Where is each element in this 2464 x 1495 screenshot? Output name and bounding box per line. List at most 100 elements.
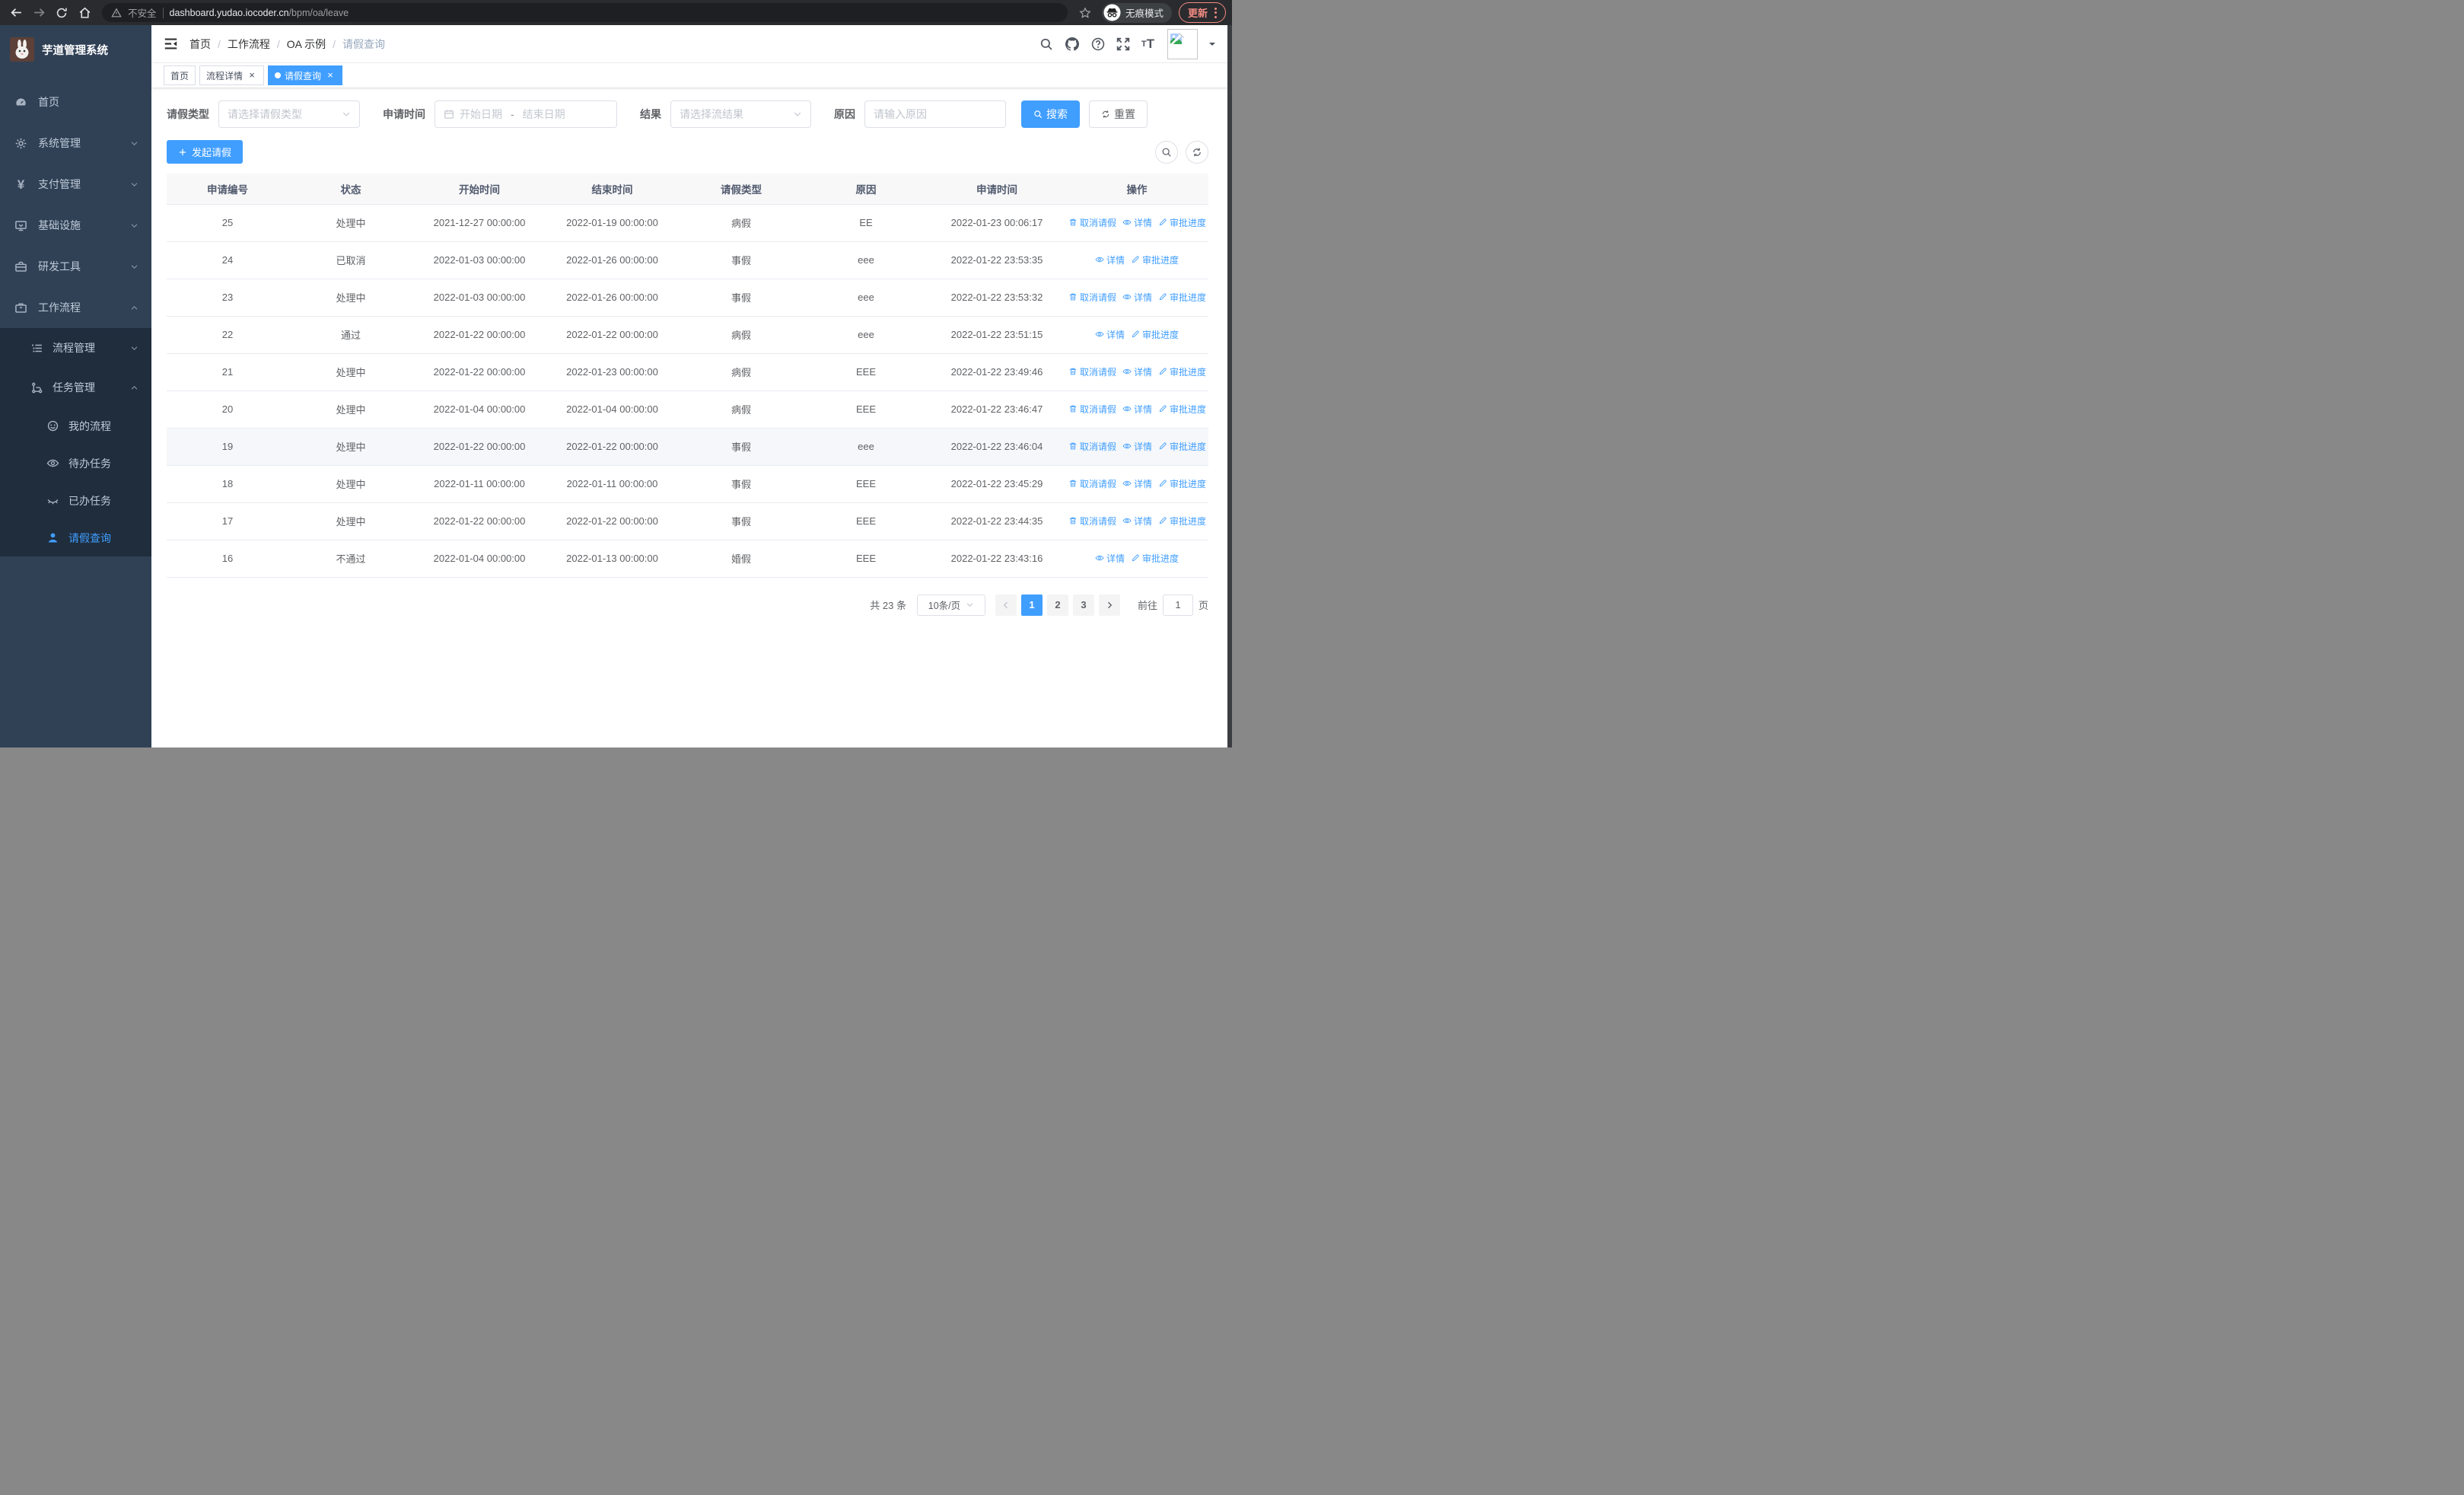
- breadcrumb-item[interactable]: OA 示例: [287, 37, 326, 52]
- sidebar-item-system[interactable]: 系统管理: [0, 123, 151, 164]
- result-select[interactable]: 请选择流结果: [670, 100, 811, 128]
- apply-time-range-picker[interactable]: 开始日期 - 结束日期: [435, 100, 617, 128]
- cancel-leave-link[interactable]: 取消请假: [1068, 440, 1116, 453]
- col-header: 申请编号: [167, 174, 288, 205]
- page-unit-label: 页: [1198, 600, 1208, 611]
- filter-bar: 请假类型 请选择请假类型 申请时间 开始日期 - 结束日期 结果 请选择流结果 …: [167, 100, 1208, 128]
- approval-progress-link[interactable]: 审批进度: [1131, 552, 1179, 565]
- refresh-table-button[interactable]: [1186, 140, 1208, 164]
- detail-link[interactable]: 详情: [1122, 291, 1152, 304]
- sidebar-item-leave-query[interactable]: 请假查询: [0, 519, 151, 556]
- tab-process-detail[interactable]: 流程详情 ×: [199, 65, 265, 85]
- detail-link[interactable]: 详情: [1122, 477, 1152, 490]
- cancel-leave-link[interactable]: 取消请假: [1068, 515, 1116, 528]
- leave-type-label: 请假类型: [167, 108, 209, 120]
- approval-progress-link[interactable]: 审批进度: [1131, 328, 1179, 341]
- cancel-leave-link[interactable]: 取消请假: [1068, 365, 1116, 378]
- sidebar-item-payment[interactable]: ¥ 支付管理: [0, 164, 151, 205]
- address-bar[interactable]: 不安全 dashboard.yudao.iocoder.cn/bpm/oa/le…: [102, 3, 1068, 22]
- detail-link[interactable]: 详情: [1122, 403, 1152, 416]
- search-button[interactable]: 搜索: [1021, 100, 1080, 128]
- reset-button[interactable]: 重置: [1089, 100, 1148, 128]
- create-leave-button[interactable]: 发起请假: [167, 140, 244, 164]
- browser-menu-icon[interactable]: [1214, 7, 1217, 18]
- eye-icon: [1122, 406, 1132, 412]
- detail-link[interactable]: 详情: [1122, 365, 1152, 378]
- reason-input[interactable]: [874, 108, 997, 120]
- forward-icon[interactable]: [29, 3, 49, 23]
- tab-home[interactable]: 首页: [164, 65, 196, 85]
- detail-link[interactable]: 详情: [1095, 253, 1125, 266]
- sidebar-item-todo-tasks[interactable]: 待办任务: [0, 445, 151, 482]
- bookmark-star-icon[interactable]: [1075, 3, 1095, 23]
- chevron-down-icon: [131, 346, 138, 350]
- approval-progress-link[interactable]: 审批进度: [1158, 216, 1206, 229]
- approval-progress-link[interactable]: 审批进度: [1158, 515, 1206, 528]
- fullscreen-icon[interactable]: [1116, 37, 1130, 51]
- pencil-icon: [1132, 330, 1139, 338]
- approval-progress-link[interactable]: 审批进度: [1158, 477, 1206, 490]
- goto-page-input[interactable]: [1162, 594, 1193, 616]
- back-icon[interactable]: [6, 3, 26, 23]
- approval-progress-link[interactable]: 审批进度: [1131, 253, 1179, 266]
- sidebar-item-devtools[interactable]: 研发工具: [0, 246, 151, 287]
- detail-link[interactable]: 详情: [1122, 515, 1152, 528]
- cancel-leave-link[interactable]: 取消请假: [1068, 477, 1116, 490]
- window-scrollbar[interactable]: [1227, 25, 1232, 748]
- prev-page-button[interactable]: [995, 594, 1017, 616]
- sidebar-menu: 首页 系统管理 ¥ 支付管理 基础设施 研发工具 工作流程 流程管理 任务管理 …: [0, 74, 151, 556]
- sidebar-item-process-mgmt[interactable]: 流程管理: [0, 328, 151, 368]
- sidebar-item-infrastructure[interactable]: 基础设施: [0, 205, 151, 246]
- sidebar-item-task-mgmt[interactable]: 任务管理: [0, 368, 151, 407]
- detail-link[interactable]: 详情: [1122, 216, 1152, 229]
- approval-progress-link[interactable]: 审批进度: [1158, 403, 1206, 416]
- trash-icon: [1069, 406, 1077, 413]
- next-page-button[interactable]: [1098, 594, 1120, 616]
- chevron-left-icon: [1003, 601, 1008, 608]
- sidebar-item-label: 系统管理: [38, 137, 81, 149]
- page-button-3[interactable]: 3: [1072, 594, 1094, 616]
- close-icon[interactable]: ×: [325, 70, 336, 81]
- cancel-leave-link[interactable]: 取消请假: [1068, 403, 1116, 416]
- github-icon[interactable]: [1065, 37, 1080, 52]
- pencil-icon: [1159, 442, 1167, 450]
- close-icon[interactable]: ×: [247, 70, 257, 81]
- tab-leave-query[interactable]: 请假查询 ×: [268, 65, 343, 85]
- sidebar-toggle-icon[interactable]: [164, 37, 178, 51]
- detail-link[interactable]: 详情: [1122, 440, 1152, 453]
- cancel-leave-link[interactable]: 取消请假: [1068, 291, 1116, 304]
- update-button[interactable]: 更新: [1178, 2, 1226, 23]
- page-size-select[interactable]: 10条/页: [916, 594, 985, 616]
- approval-progress-link[interactable]: 审批进度: [1158, 440, 1206, 453]
- approval-progress-link[interactable]: 审批进度: [1158, 291, 1206, 304]
- sidebar-item-my-process[interactable]: 我的流程: [0, 407, 151, 445]
- detail-link[interactable]: 详情: [1095, 552, 1125, 565]
- sidebar-item-label: 基础设施: [38, 219, 81, 231]
- sidebar-item-home[interactable]: 首页: [0, 81, 151, 123]
- detail-link[interactable]: 详情: [1095, 328, 1125, 341]
- avatar[interactable]: [1167, 28, 1198, 59]
- calendar-icon: [444, 110, 454, 119]
- avatar-caret-icon[interactable]: [1209, 42, 1215, 49]
- sidebar-item-label: 研发工具: [38, 260, 81, 273]
- page-button-1[interactable]: 1: [1020, 594, 1043, 616]
- app-logo[interactable]: 芋道管理系统: [0, 25, 151, 74]
- sidebar-item-label: 支付管理: [38, 178, 81, 190]
- leave-type-select[interactable]: 请选择请假类型: [218, 100, 360, 128]
- breadcrumb-item[interactable]: 工作流程: [228, 37, 270, 52]
- trash-icon: [1069, 443, 1077, 450]
- page-button-2[interactable]: 2: [1046, 594, 1068, 616]
- help-icon[interactable]: [1091, 37, 1105, 51]
- sidebar-item-done-tasks[interactable]: 已办任务: [0, 482, 151, 519]
- approval-progress-link[interactable]: 审批进度: [1158, 365, 1206, 378]
- plus-icon: [179, 148, 186, 155]
- search-icon[interactable]: [1039, 37, 1053, 51]
- font-size-icon[interactable]: TT: [1141, 37, 1154, 52]
- logo-image: [10, 37, 34, 62]
- sidebar-item-workflow[interactable]: 工作流程: [0, 287, 151, 328]
- home-icon[interactable]: [75, 3, 94, 23]
- cancel-leave-link[interactable]: 取消请假: [1068, 216, 1116, 229]
- breadcrumb-item[interactable]: 首页: [189, 37, 211, 52]
- reload-icon[interactable]: [52, 3, 72, 23]
- toggle-search-button[interactable]: [1155, 140, 1178, 164]
